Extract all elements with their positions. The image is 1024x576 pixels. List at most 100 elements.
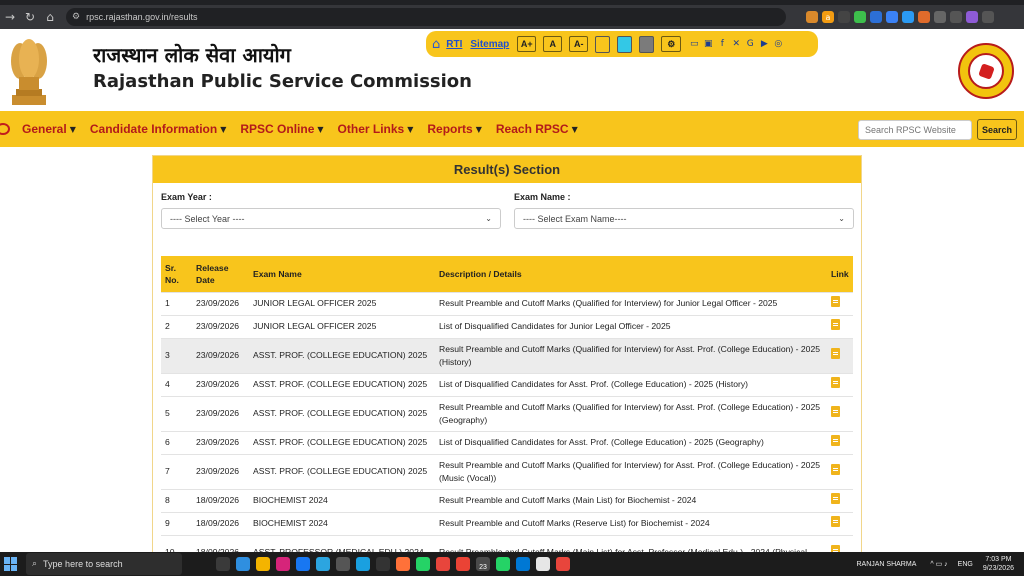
cell-sr: 4 [161,372,192,396]
theme-cyan-swatch[interactable] [617,35,633,53]
app-icon[interactable] [536,557,550,571]
app-icon[interactable] [516,557,530,571]
home-icon[interactable]: ⌂ [432,37,440,52]
sitemap-link[interactable]: Sitemap [470,39,509,50]
whatsapp-icon[interactable] [416,557,430,571]
results-table: Sr. No. Release Date Exam Name Description… [161,256,853,570]
chrome-active-icon[interactable] [556,557,570,571]
profile-icon[interactable] [966,11,978,23]
app-icon[interactable] [336,557,350,571]
calendar-badge: 23 [479,564,487,571]
cell-date: 23/09/2026 [192,395,249,431]
taskbar-search-text: Type here to search [43,559,123,569]
pdf-file-icon[interactable] [831,516,840,527]
col-link: Link [831,268,849,279]
extension-icon[interactable] [902,11,914,23]
font-increase-button[interactable]: A+ [517,36,537,52]
nav-reach-rpsc[interactable]: Reach RPSC ▼ [496,122,578,136]
whatsapp-icon[interactable] [496,557,510,571]
nav-rpsc-online[interactable]: RPSC Online ▼ [240,122,323,136]
keyboard-icon[interactable]: ▭ [688,38,700,50]
pdf-file-icon[interactable] [831,377,840,388]
shield-extension-icon[interactable] [870,11,882,23]
windows-start-icon[interactable] [4,557,18,571]
app-icon[interactable] [376,557,390,571]
home-icon[interactable]: ⌂ [40,7,60,27]
extension-icon[interactable] [886,11,898,23]
download-icon[interactable] [950,11,962,23]
calendar-icon[interactable]: 23 [476,557,490,571]
reload-icon[interactable]: ↻ [20,7,40,27]
taskbar-search[interactable]: ⌕ Type here to search [26,553,182,575]
nav-candidate-information[interactable]: Candidate Information ▼ [90,122,227,136]
table-row: 2 23/09/2026 JUNIOR LEGAL OFFICER 2025 L… [161,314,853,338]
site-info-icon[interactable]: ⚙ [72,12,80,22]
language-indicator[interactable]: ENG [958,561,973,568]
cell-desc: Result Preamble and Cutoff Marks (Reserv… [435,511,827,535]
search-button[interactable]: Search [977,119,1017,140]
pdf-file-icon[interactable] [831,435,840,446]
facebook-icon[interactable]: f [716,38,728,50]
amazon-extension-icon[interactable]: a [822,11,834,23]
rti-link[interactable]: RTI [446,39,462,50]
telegram-app-icon[interactable] [316,557,330,571]
menu-dots-icon[interactable] [982,11,994,23]
nav-label: General [22,122,67,136]
system-tray: RANJAN SHARMA ^ ▭ ♪ ENG 7:03 PM 9/23/202… [856,552,1014,576]
browser-window: → ↻ ⌂ ⚙ rpsc.rajasthan.gov.in/results a [0,0,1024,576]
col-release-date: Release Date [192,256,249,292]
pdf-file-icon[interactable] [831,406,840,417]
font-decrease-button[interactable]: A- [569,36,589,52]
monitor-icon[interactable]: ▣ [702,38,714,50]
theme-gray-swatch[interactable] [639,35,655,53]
extensions: a [806,11,994,23]
nav-reports[interactable]: Reports ▼ [427,122,482,136]
task-view-icon[interactable] [216,557,230,571]
cell-link [827,337,853,373]
exam-year-select[interactable]: ---- Select Year ---- ⌄ [161,208,501,229]
mail-app-icon[interactable] [236,557,250,571]
pdf-file-icon[interactable] [831,493,840,504]
gmail-icon[interactable] [456,557,470,571]
google-icon[interactable]: G [744,38,756,50]
theme-yellow-swatch[interactable] [595,35,611,53]
edge-browser-icon[interactable] [356,557,370,571]
results-section-title: Result(s) Section [153,156,861,183]
cell-exam: ASST. PROF. (COLLEGE EDUCATION) 2025 [249,372,435,396]
file-explorer-icon[interactable] [256,557,270,571]
chrome-icon[interactable] [436,557,450,571]
font-normal-button[interactable]: A [543,36,563,52]
globe-icon[interactable]: ◎ [772,38,784,50]
nav-general[interactable]: General ▼ [22,122,76,136]
extension-icon[interactable] [806,11,818,23]
cell-desc: Result Preamble and Cutoff Marks (Qualif… [435,337,827,373]
firefox-icon[interactable] [396,557,410,571]
instagram-app-icon[interactable] [276,557,290,571]
clock[interactable]: 7:03 PM 9/23/2026 [983,555,1014,573]
tray-icons[interactable]: ^ ▭ ♪ [930,560,947,568]
pdf-file-icon[interactable] [831,464,840,475]
x-twitter-icon[interactable]: ✕ [730,38,742,50]
nav-other-links[interactable]: Other Links ▼ [338,122,414,136]
user-name: RANJAN SHARMA [856,560,917,568]
puzzle-icon[interactable] [934,11,946,23]
exam-name-select[interactable]: ---- Select Exam Name---- ⌄ [514,208,854,229]
search-input[interactable] [858,119,972,140]
pdf-file-icon[interactable] [831,319,840,330]
address-bar[interactable]: ⚙ rpsc.rajasthan.gov.in/results [66,8,786,26]
col-description: Description / Details [439,268,522,279]
pdf-file-icon[interactable] [831,348,840,359]
caret-down-icon: ▼ [317,124,324,134]
facebook-app-icon[interactable] [296,557,310,571]
nav-home-icon[interactable] [0,123,10,135]
cell-link [827,430,853,454]
table-row: 1 23/09/2026 JUNIOR LEGAL OFFICER 2025 R… [161,291,853,315]
extension-icon[interactable] [838,11,850,23]
extension-icon[interactable] [918,11,930,23]
table-row: 4 23/09/2026 ASST. PROF. (COLLEGE EDUCAT… [161,372,853,396]
forward-icon[interactable]: → [0,7,20,27]
youtube-icon[interactable]: ▶ [758,38,770,50]
settings-gear-icon[interactable]: ⚙ [661,36,682,52]
map-pin-extension-icon[interactable] [854,11,866,23]
pdf-file-icon[interactable] [831,296,840,307]
